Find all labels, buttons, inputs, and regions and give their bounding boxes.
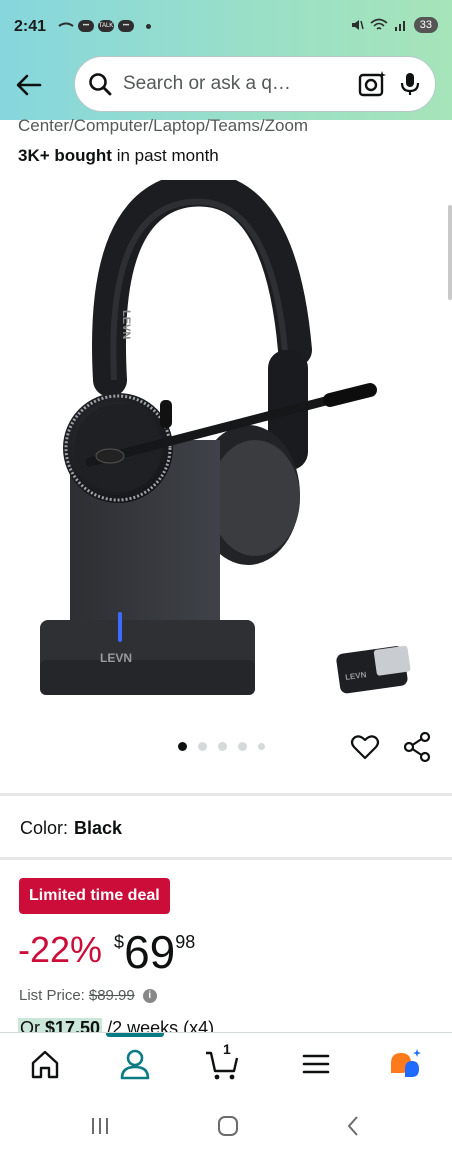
band-brand-logo: LEVN — [120, 310, 132, 339]
battery-indicator: 33 — [413, 17, 438, 33]
list-price-row: List Price: $89.99 i — [19, 987, 157, 1004]
recent-apps-icon[interactable] — [88, 1114, 112, 1138]
signal-icon — [394, 21, 405, 31]
home-button-icon[interactable] — [216, 1114, 240, 1138]
divider — [0, 857, 452, 860]
notification-icons: ••• TALK ••• — [58, 20, 151, 32]
color-selector[interactable]: Color: Black — [20, 818, 122, 839]
cart-icon — [206, 1051, 239, 1080]
price-fraction: 98 — [175, 932, 196, 952]
purchase-count: 3K+ bought in past month — [18, 146, 219, 166]
page-scrollbar[interactable] — [448, 205, 452, 300]
purchase-count-number: 3K+ bought — [18, 146, 112, 165]
carousel-dot[interactable] — [198, 742, 207, 751]
more-notifications-dot — [146, 23, 151, 29]
installment-offer[interactable]: Or $17.50 /2 weeks (x4) — [18, 1018, 214, 1032]
header: 2:41 ••• TALK ••• 33 Search or ask a q… — [0, 0, 452, 120]
microphone-icon[interactable] — [397, 71, 423, 97]
cart-button[interactable]: 1 — [204, 1041, 240, 1081]
list-price-label: List Price: — [19, 987, 85, 1004]
chat-icon: ••• — [118, 20, 134, 32]
system-status: 33 — [350, 17, 438, 33]
carousel-dot[interactable] — [258, 743, 265, 750]
carousel-dot[interactable] — [238, 742, 247, 751]
message-icon: ••• — [78, 20, 94, 32]
status-bar: 2:41 ••• TALK ••• 33 — [0, 0, 452, 50]
installment-amount: $17.50 — [45, 1018, 101, 1032]
wishlist-heart-icon[interactable] — [350, 732, 380, 762]
system-navigation-bar — [0, 1094, 452, 1158]
camera-search-icon[interactable] — [357, 69, 387, 99]
status-time: 2:41 — [14, 18, 47, 35]
installment-prefix: Or — [20, 1018, 45, 1032]
search-input[interactable]: Search or ask a q… — [123, 73, 347, 95]
price-block: -22% $ 69 98 — [18, 926, 195, 978]
bottom-navigation: 1 — [0, 1032, 452, 1094]
system-back-icon[interactable] — [342, 1114, 366, 1138]
info-icon[interactable]: i — [142, 988, 157, 1003]
active-tab-indicator — [106, 1033, 164, 1037]
divider — [0, 793, 452, 796]
share-icon[interactable] — [402, 731, 432, 763]
mute-icon — [351, 20, 364, 30]
image-carousel-dots[interactable] — [178, 742, 265, 751]
currency-symbol: $ — [114, 932, 125, 952]
search-bar[interactable]: Search or ask a q… — [74, 56, 436, 112]
installment-terms: /2 weeks (x4) — [102, 1018, 215, 1032]
product-title-fragment: Center/Computer/Laptop/Teams/Zoom — [18, 116, 309, 135]
cart-count: 1 — [223, 1041, 231, 1057]
search-icon — [89, 73, 112, 96]
price-whole: 69 — [124, 926, 176, 978]
limited-deal-badge: Limited time deal — [19, 878, 170, 914]
carousel-dot[interactable] — [218, 742, 227, 751]
talk-icon: TALK — [98, 20, 114, 32]
menu-icon[interactable] — [298, 1047, 334, 1081]
color-label: Color: — [20, 818, 69, 838]
color-value: Black — [74, 818, 123, 838]
purchase-count-suffix: in past month — [111, 146, 219, 165]
wifi-icon — [370, 18, 388, 30]
rufus-icon[interactable] — [387, 1047, 423, 1081]
call-icon — [58, 22, 74, 27]
carousel-dot[interactable] — [178, 742, 187, 751]
discount-percent: -22% — [18, 929, 103, 970]
product-image[interactable]: LEVN LEVN LEVN — [30, 180, 430, 720]
base-brand-logo: LEVN — [100, 651, 132, 665]
account-icon[interactable] — [117, 1047, 153, 1081]
home-icon[interactable] — [27, 1047, 63, 1081]
list-price-value: $89.99 — [88, 987, 135, 1004]
back-arrow-icon[interactable] — [14, 70, 44, 100]
